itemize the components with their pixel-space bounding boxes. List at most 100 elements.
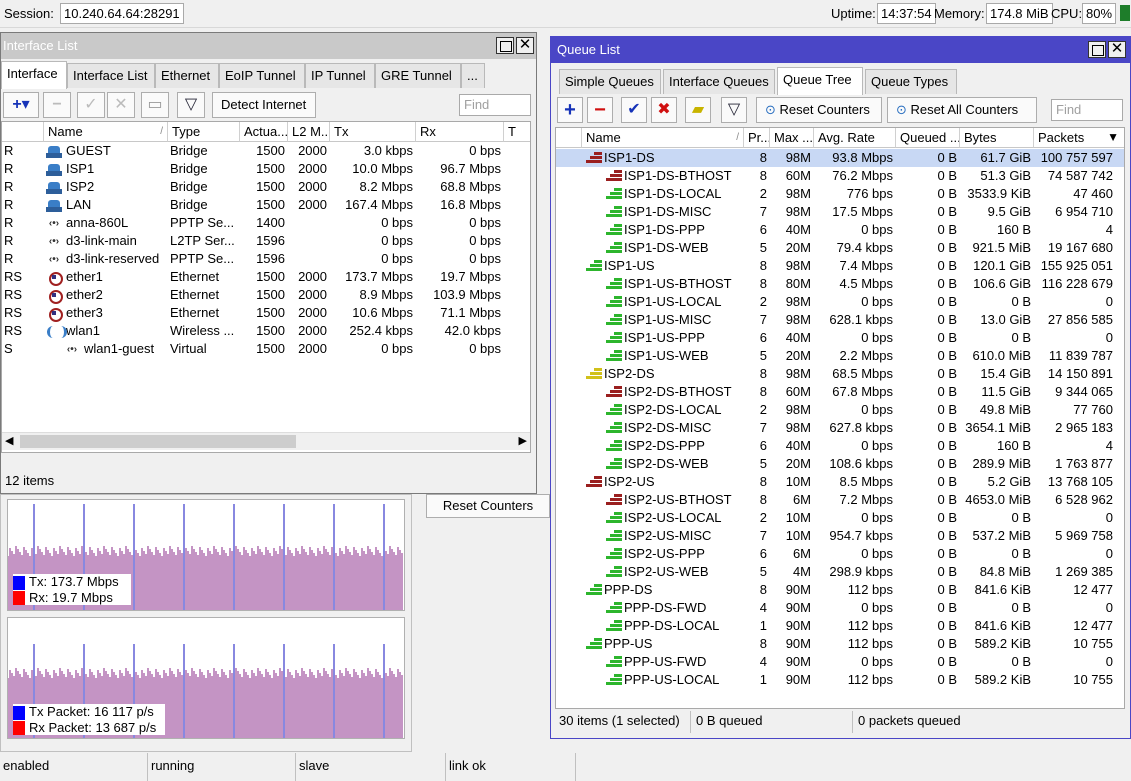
add-button[interactable]: +▾: [3, 92, 39, 118]
detect-internet-button[interactable]: Detect Internet: [212, 92, 316, 118]
queue-row[interactable]: ISP1-DS-MISC 7 98M 17.5 Mbps 0 B 9.5 GiB 6 954…: [556, 203, 1124, 221]
col-bytes[interactable]: Bytes: [960, 128, 1034, 148]
queue-packets: 0: [1105, 654, 1113, 669]
filter-button[interactable]: ▽: [177, 92, 205, 118]
col-actual-mtu[interactable]: Actua...: [240, 122, 288, 142]
queue-row[interactable]: ISP1-DS-PPP 6 40M 0 bps 0 B 160 B 4: [556, 221, 1124, 239]
interface-find-input[interactable]: Find: [459, 94, 531, 116]
maximize-button[interactable]: [496, 37, 514, 54]
queue-row[interactable]: ISP2-DS-MISC 7 98M 627.8 kbps 0 B 3654.1 MiB 2…: [556, 419, 1124, 437]
tab-eoip-tunnel[interactable]: EoIP Tunnel: [219, 63, 305, 88]
tab-queue-types[interactable]: Queue Types: [865, 69, 957, 94]
interface-window-titlebar[interactable]: Interface List: [1, 33, 536, 59]
close-button[interactable]: ✕: [516, 37, 534, 54]
disable-button[interactable]: ✕: [107, 92, 135, 118]
queue-row[interactable]: ISP1-US-MISC 7 98M 628.1 kbps 0 B 13.0 GiB 27 …: [556, 311, 1124, 329]
queue-row[interactable]: PPP-DS 8 90M 112 bps 0 B 841.6 KiB 12 477: [556, 581, 1124, 599]
col-t[interactable]: T: [504, 122, 530, 142]
queue-row[interactable]: ISP1-US-WEB 5 20M 2.2 Mbps 0 B 610.0 MiB 11 83…: [556, 347, 1124, 365]
tab-interface[interactable]: Interface: [1, 61, 67, 89]
queue-row[interactable]: PPP-US-FWD 4 90M 0 bps 0 B 0 B 0: [556, 653, 1124, 671]
horizontal-scrollbar[interactable]: ◀ ▶: [2, 432, 530, 450]
interface-row[interactable]: R ‹•› d3-link-reserved PPTP Se... 1596 0 bps 0…: [2, 250, 530, 268]
queue-row[interactable]: ISP1-US-PPP 6 40M 0 bps 0 B 0 B 0: [556, 329, 1124, 347]
queue-row[interactable]: ISP1-DS-BTHOST 8 60M 76.2 Mbps 0 B 51.3 GiB 74…: [556, 167, 1124, 185]
interface-row[interactable]: R ‹•› d3-link-main L2TP Ser... 1596 0 bps 0 bp…: [2, 232, 530, 250]
queue-close-button[interactable]: ✕: [1108, 41, 1126, 58]
tab-gre-tunnel[interactable]: GRE Tunnel: [375, 63, 461, 88]
queue-filter-button[interactable]: ▽: [721, 97, 747, 123]
tab-simple-queues[interactable]: Simple Queues: [559, 69, 661, 94]
queue-row[interactable]: PPP-DS-FWD 4 90M 0 bps 0 B 0 B 0: [556, 599, 1124, 617]
reset-counters-button[interactable]: ⊙ Reset Counters: [756, 97, 882, 123]
queue-comment-button[interactable]: ▰: [685, 97, 711, 123]
tab-interface-queues[interactable]: Interface Queues: [663, 69, 775, 94]
queue-row[interactable]: ISP2-DS-PPP 6 40M 0 bps 0 B 160 B 4: [556, 437, 1124, 455]
interface-row[interactable]: RS wlan1 Wireless ... 1500 2000 252.4 kbps 42.…: [2, 322, 530, 340]
scroll-right-icon[interactable]: ▶: [519, 434, 527, 447]
queue-disable-button[interactable]: ✖: [651, 97, 677, 123]
tab-ip-tunnel[interactable]: IP Tunnel: [305, 63, 375, 88]
scroll-left-icon[interactable]: ◀: [5, 434, 13, 447]
queue-remove-button[interactable]: −: [587, 97, 613, 123]
tab-interface-list[interactable]: Interface List: [67, 63, 155, 88]
col-tx[interactable]: Tx: [330, 122, 416, 142]
queue-row[interactable]: ISP1-DS-LOCAL 2 98M 776 bps 0 B 3533.9 KiB 47 …: [556, 185, 1124, 203]
col-flags[interactable]: [2, 122, 44, 142]
queue-add-button[interactable]: +: [557, 97, 583, 123]
col-packets[interactable]: Packets ▼: [1034, 128, 1124, 148]
interface-row[interactable]: R ‹•› anna-860L PPTP Se... 1400 0 bps 0 bps: [2, 214, 530, 232]
interface-actual: 1500: [256, 269, 285, 284]
queue-row[interactable]: PPP-DS-LOCAL 1 90M 112 bps 0 B 841.6 KiB 12 47…: [556, 617, 1124, 635]
column-menu-icon[interactable]: ▼: [1107, 128, 1119, 147]
col-rx[interactable]: Rx: [416, 122, 504, 142]
reset-all-counters-button[interactable]: ⊙ Reset All Counters: [887, 97, 1037, 123]
interface-row[interactable]: R LAN Bridge 1500 2000 167.4 Mbps 16.8 Mbps: [2, 196, 530, 214]
interface-type: Wireless ...: [170, 323, 235, 338]
col-queued-bytes[interactable]: Queued ...: [896, 128, 960, 148]
queue-row[interactable]: ISP1-DS-WEB 5 20M 79.4 kbps 0 B 921.5 MiB 19 1…: [556, 239, 1124, 257]
col-type[interactable]: Type: [168, 122, 240, 142]
interface-row[interactable]: R GUEST Bridge 1500 2000 3.0 kbps 0 bps: [2, 142, 530, 160]
col-name[interactable]: Name /: [44, 122, 168, 142]
queue-row[interactable]: ISP2-DS-LOCAL 2 98M 0 bps 0 B 49.8 MiB 77 760: [556, 401, 1124, 419]
queue-row[interactable]: ISP2-US 8 10M 8.5 Mbps 0 B 5.2 GiB 13 768 105: [556, 473, 1124, 491]
queue-row[interactable]: ISP2-US-PPP 6 6M 0 bps 0 B 0 B 0: [556, 545, 1124, 563]
interface-row[interactable]: S ‹•› wlan1-guest Virtual 1500 2000 0 bps 0 bps: [2, 340, 530, 358]
col-avg-rate[interactable]: Avg. Rate: [814, 128, 896, 148]
queue-row[interactable]: ISP1-US-BTHOST 8 80M 4.5 Mbps 0 B 106.6 GiB 11…: [556, 275, 1124, 293]
background-reset-counters-button[interactable]: Reset Counters: [426, 494, 550, 518]
interface-row[interactable]: RS ether3 Ethernet 1500 2000 10.6 Mbps 71.1 Mb…: [2, 304, 530, 322]
queue-row[interactable]: ISP1-US 8 98M 7.4 Mbps 0 B 120.1 GiB 155 925 0…: [556, 257, 1124, 275]
remove-button[interactable]: −: [43, 92, 71, 118]
queue-row[interactable]: ISP1-US-LOCAL 2 98M 0 bps 0 B 0 B 0: [556, 293, 1124, 311]
queue-row[interactable]: ISP2-DS-WEB 5 20M 108.6 kbps 0 B 289.9 MiB 1 7…: [556, 455, 1124, 473]
interface-row[interactable]: RS ether2 Ethernet 1500 2000 8.9 Mbps 103.9 Mb…: [2, 286, 530, 304]
queue-row[interactable]: ISP1-DS 8 98M 93.8 Mbps 0 B 61.7 GiB 100 757 5…: [556, 149, 1124, 167]
interface-row[interactable]: RS ether1 Ethernet 1500 2000 173.7 Mbps 19.7 M…: [2, 268, 530, 286]
queue-row[interactable]: ISP2-DS 8 98M 68.5 Mbps 0 B 15.4 GiB 14 150 89…: [556, 365, 1124, 383]
col-max-limit[interactable]: Max ...: [770, 128, 814, 148]
queue-row[interactable]: PPP-US 8 90M 112 bps 0 B 589.2 KiB 10 755: [556, 635, 1124, 653]
col-priority[interactable]: Pr...: [744, 128, 770, 148]
comment-button[interactable]: ▭: [141, 92, 169, 118]
queue-row[interactable]: ISP2-US-LOCAL 2 10M 0 bps 0 B 0 B 0: [556, 509, 1124, 527]
tab-ethernet[interactable]: Ethernet: [155, 63, 219, 88]
col-queue-name[interactable]: Name /: [582, 128, 744, 148]
interface-row[interactable]: R ISP2 Bridge 1500 2000 8.2 Mbps 68.8 Mbps: [2, 178, 530, 196]
queue-maximize-button[interactable]: [1088, 41, 1106, 58]
queue-window-titlebar[interactable]: Queue List: [551, 37, 1130, 63]
queue-enable-button[interactable]: ✔: [621, 97, 647, 123]
col-l2-mtu[interactable]: L2 M...: [288, 122, 330, 142]
queue-row[interactable]: ISP2-DS-BTHOST 8 60M 67.8 Mbps 0 B 11.5 GiB 9 …: [556, 383, 1124, 401]
queue-row[interactable]: ISP2-US-BTHOST 8 6M 7.2 Mbps 0 B 4653.0 MiB 6 …: [556, 491, 1124, 509]
queue-row[interactable]: ISP2-US-WEB 5 4M 298.9 kbps 0 B 84.8 MiB 1 269…: [556, 563, 1124, 581]
queue-find-input[interactable]: Find: [1051, 99, 1123, 121]
enable-button[interactable]: ✓: [77, 92, 105, 118]
tab-more[interactable]: ...: [461, 63, 485, 88]
queue-row[interactable]: PPP-US-LOCAL 1 90M 112 bps 0 B 589.2 KiB 10 75…: [556, 671, 1124, 689]
queue-row[interactable]: ISP2-US-MISC 7 10M 954.7 kbps 0 B 537.2 MiB 5 …: [556, 527, 1124, 545]
interface-row[interactable]: R ISP1 Bridge 1500 2000 10.0 Mbps 96.7 Mbps: [2, 160, 530, 178]
scroll-thumb[interactable]: [20, 435, 296, 448]
tab-queue-tree[interactable]: Queue Tree: [777, 67, 863, 95]
